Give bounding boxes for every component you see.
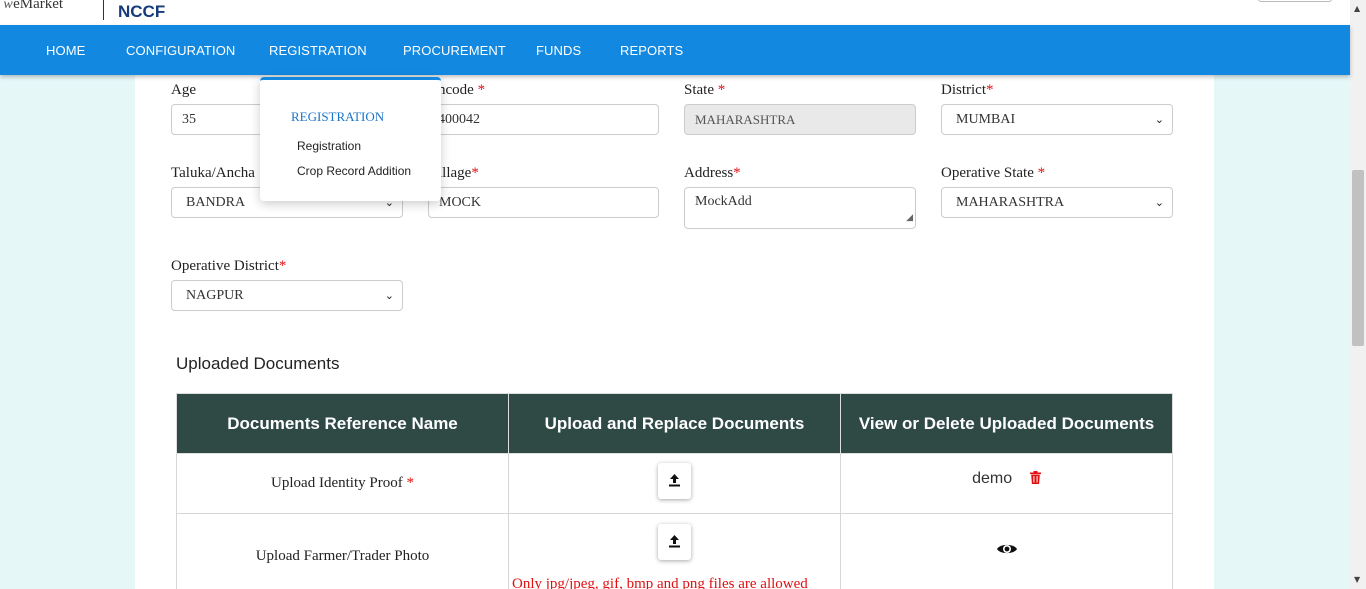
village-input[interactable]: MOCK xyxy=(428,187,659,218)
scroll-thumb[interactable] xyxy=(1352,170,1364,346)
emarket-logo[interactable]: ᴡ eMarket xyxy=(4,0,63,13)
scroll-down-arrow-icon[interactable]: ▼ xyxy=(1354,575,1360,584)
district-label: District* xyxy=(941,82,994,98)
view-delete-cell: demo xyxy=(840,453,1173,514)
village-label: illage* xyxy=(438,165,479,181)
delete-icon[interactable] xyxy=(1029,471,1041,489)
address-label: Address* xyxy=(684,165,741,181)
operative-state-label: Operative State * xyxy=(941,165,1046,181)
chevron-down-icon: ⌄ xyxy=(384,289,394,302)
registration-dropdown-menu: REGISTRATION Registration Crop Record Ad… xyxy=(260,77,441,201)
operative-district-label: Operative District* xyxy=(171,258,287,274)
nccf-logo[interactable]: NCCF xyxy=(118,2,165,22)
state-label: State * xyxy=(684,82,726,98)
operative-district-select[interactable]: NAGPUR ⌄ xyxy=(171,280,403,311)
table-row: Upload Identity Proof * demo xyxy=(176,453,1173,514)
menu-item-registration[interactable]: Registration xyxy=(297,139,361,153)
view-delete-cell xyxy=(840,513,1173,589)
chevron-down-icon: ⌄ xyxy=(1154,196,1164,209)
upload-cell xyxy=(508,453,841,514)
column-header: View or Delete Uploaded Documents xyxy=(840,393,1173,454)
uploaded-documents-title: Uploaded Documents xyxy=(176,354,340,373)
nav-procurement[interactable]: PROCUREMENT xyxy=(403,25,506,75)
file-type-warning: Only jpg/jpeg, gif, bmp and png files ar… xyxy=(512,576,808,589)
nav-configuration[interactable]: CONFIGURATION xyxy=(126,25,235,75)
operative-state-select[interactable]: MAHARASHTRA ⌄ xyxy=(941,187,1173,218)
emarket-logo-icon: ᴡ xyxy=(4,0,13,12)
eye-icon[interactable] xyxy=(996,544,1018,560)
pincode-input[interactable]: 400042 xyxy=(428,104,659,135)
state-input: MAHARASHTRA xyxy=(684,104,916,135)
table-row: Upload Farmer/Trader Photo Only jpg/jpeg… xyxy=(176,513,1173,589)
nav-registration[interactable]: REGISTRATION xyxy=(269,25,367,75)
resize-grip-icon[interactable]: ◢ xyxy=(906,209,913,227)
main-navbar: HOME CONFIGURATION REGISTRATION PROCUREM… xyxy=(0,25,1350,75)
upload-icon xyxy=(669,474,680,487)
column-header: Documents Reference Name xyxy=(176,393,509,454)
nav-funds[interactable]: FUNDS xyxy=(536,25,581,75)
district-select[interactable]: MUMBAI ⌄ xyxy=(941,104,1173,135)
chevron-down-icon: ⌄ xyxy=(1154,113,1164,126)
uploaded-document-link[interactable]: demo xyxy=(972,470,1012,487)
document-name-cell: Upload Identity Proof * xyxy=(176,453,509,514)
header-profile-button[interactable] xyxy=(1258,0,1332,2)
upload-button[interactable] xyxy=(658,463,691,499)
logo-divider xyxy=(103,0,104,20)
top-header: ᴡ eMarket NCCF xyxy=(0,0,1350,25)
pincode-label: ncode * xyxy=(438,82,486,98)
upload-cell: Only jpg/jpeg, gif, bmp and png files ar… xyxy=(508,513,841,589)
page-scrollbar[interactable]: ▲ ▼ xyxy=(1350,0,1366,589)
menu-item-crop-record-addition[interactable]: Crop Record Addition xyxy=(297,164,411,178)
nav-home[interactable]: HOME xyxy=(46,25,85,75)
document-name-cell: Upload Farmer/Trader Photo xyxy=(176,513,509,589)
upload-icon xyxy=(669,535,680,548)
age-label: Age xyxy=(171,82,196,98)
emarket-logo-text: eMarket xyxy=(13,0,64,12)
scroll-up-arrow-icon[interactable]: ▲ xyxy=(1354,4,1360,13)
dropdown-heading: REGISTRATION xyxy=(291,109,385,124)
upload-button[interactable] xyxy=(658,524,691,560)
documents-table: Documents Reference Name Upload and Repl… xyxy=(176,393,1173,589)
address-textarea[interactable]: MockAdd ◢ xyxy=(684,187,916,229)
column-header: Upload and Replace Documents xyxy=(508,393,841,454)
taluka-label: Taluka/Ancha xyxy=(171,165,255,181)
nav-reports[interactable]: REPORTS xyxy=(620,25,683,75)
